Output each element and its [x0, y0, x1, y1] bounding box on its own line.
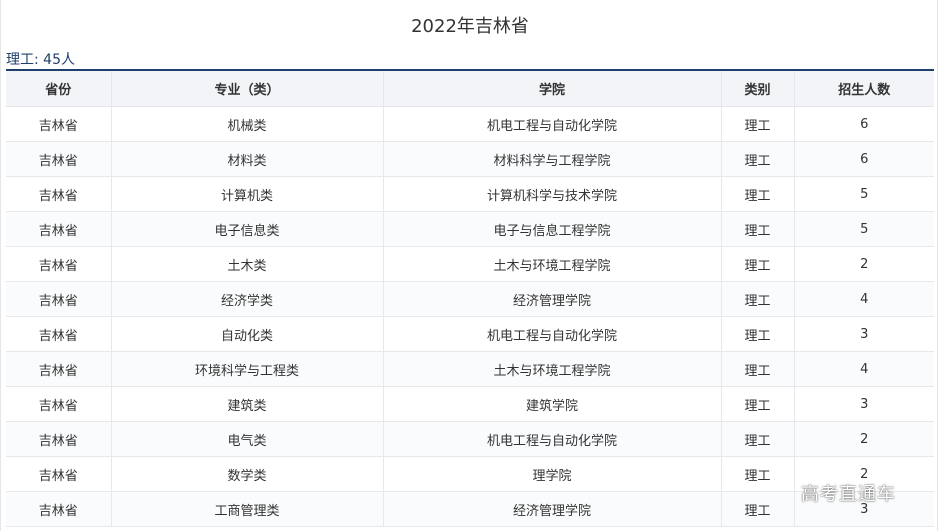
cell-category: 理工: [721, 211, 795, 247]
header-college: 学院: [383, 71, 722, 107]
cell-college: 建筑学院: [383, 386, 722, 422]
table-row: 吉林省 电子信息类 电子与信息工程学院 理工 5: [6, 211, 934, 247]
cell-province: 吉林省: [6, 456, 112, 492]
table-row: 吉林省 计算机类 计算机科学与技术学院 理工 5: [6, 176, 934, 212]
cell-enrollment: 6: [794, 106, 934, 142]
cell-province: 吉林省: [6, 386, 112, 422]
table-row: 吉林省 土木类 土木与环境工程学院 理工 2: [6, 246, 934, 282]
cell-college: 机电工程与自动化学院: [383, 316, 722, 352]
cell-category: 理工: [721, 351, 795, 387]
table-row: 吉林省 经济学类 经济管理学院 理工 4: [6, 281, 934, 317]
cell-enrollment: 6: [794, 141, 934, 177]
table-row: 吉林省 工商管理类 经济管理学院 理工 3: [6, 491, 934, 527]
cell-college: 机电工程与自动化学院: [383, 106, 722, 142]
cell-enrollment: 2: [794, 421, 934, 457]
table-row: 吉林省 环境科学与工程类 土木与环境工程学院 理工 4: [6, 351, 934, 387]
cell-category: 理工: [721, 316, 795, 352]
header-enrollment: 招生人数: [794, 71, 934, 107]
cell-province: 吉林省: [6, 316, 112, 352]
table-row: 吉林省 自动化类 机电工程与自动化学院 理工 3: [6, 316, 934, 352]
cell-enrollment: 3: [794, 386, 934, 422]
cell-category: 理工: [721, 246, 795, 282]
summary-label: 理工:: [6, 52, 39, 68]
cell-major: 电气类: [111, 421, 384, 457]
table-row: 吉林省 材料类 材料科学与工程学院 理工 6: [6, 141, 934, 177]
table-row: 吉林省 电气类 机电工程与自动化学院 理工 2: [6, 421, 934, 457]
cell-major: 环境科学与工程类: [111, 351, 384, 387]
header-province: 省份: [6, 71, 112, 107]
cell-college: 理学院: [383, 456, 722, 492]
cell-province: 吉林省: [6, 106, 112, 142]
cell-major: 自动化类: [111, 316, 384, 352]
cell-major: 电子信息类: [111, 211, 384, 247]
summary-count: 45人: [43, 52, 75, 68]
cell-category: 理工: [721, 456, 795, 492]
table-header-row: 省份 专业（类） 学院 类别 招生人数: [6, 71, 934, 107]
cell-major: 数学类: [111, 456, 384, 492]
enrollment-table: 省份 专业（类） 学院 类别 招生人数 吉林省 机械类 机电工程与自动化学院 理…: [6, 71, 934, 527]
cell-enrollment: 5: [794, 211, 934, 247]
cell-college: 计算机科学与技术学院: [383, 176, 722, 212]
cell-college: 机电工程与自动化学院: [383, 421, 722, 457]
watermark-text: 高考直通车: [801, 484, 896, 505]
cell-category: 理工: [721, 386, 795, 422]
header-category: 类别: [721, 71, 795, 107]
cell-province: 吉林省: [6, 211, 112, 247]
table-row: 吉林省 数学类 理学院 理工 2: [6, 456, 934, 492]
cell-province: 吉林省: [6, 176, 112, 212]
cell-enrollment: 4: [794, 281, 934, 317]
table-row: 吉林省 建筑类 建筑学院 理工 3: [6, 386, 934, 422]
cell-major: 建筑类: [111, 386, 384, 422]
cell-category: 理工: [721, 491, 795, 527]
cell-category: 理工: [721, 421, 795, 457]
cell-major: 经济学类: [111, 281, 384, 317]
cell-category: 理工: [721, 176, 795, 212]
cell-major: 工商管理类: [111, 491, 384, 527]
cell-province: 吉林省: [6, 421, 112, 457]
cell-major: 材料类: [111, 141, 384, 177]
page-title: 2022年吉林省: [411, 16, 529, 37]
cell-college: 土木与环境工程学院: [383, 351, 722, 387]
cell-major: 计算机类: [111, 176, 384, 212]
cell-province: 吉林省: [6, 141, 112, 177]
cell-college: 电子与信息工程学院: [383, 211, 722, 247]
cell-college: 土木与环境工程学院: [383, 246, 722, 282]
header-major: 专业（类）: [111, 71, 384, 107]
cell-category: 理工: [721, 141, 795, 177]
cell-province: 吉林省: [6, 246, 112, 282]
cell-enrollment: 2: [794, 246, 934, 282]
page: 2022年吉林省 理工: 45人 省份 专业（类） 学院 类别 招生人数 吉林省…: [0, 0, 938, 531]
cell-province: 吉林省: [6, 281, 112, 317]
cell-major: 机械类: [111, 106, 384, 142]
cell-major: 土木类: [111, 246, 384, 282]
table-row: 吉林省 机械类 机电工程与自动化学院 理工 6: [6, 106, 934, 142]
cell-province: 吉林省: [6, 351, 112, 387]
cell-province: 吉林省: [6, 491, 112, 527]
cell-enrollment: 4: [794, 351, 934, 387]
cell-enrollment: 3: [794, 316, 934, 352]
cell-category: 理工: [721, 106, 795, 142]
cell-college: 材料科学与工程学院: [383, 141, 722, 177]
cell-enrollment: 5: [794, 176, 934, 212]
cell-category: 理工: [721, 281, 795, 317]
cell-college: 经济管理学院: [383, 491, 722, 527]
cell-college: 经济管理学院: [383, 281, 722, 317]
summary-line: 理工: 45人: [6, 51, 75, 69]
